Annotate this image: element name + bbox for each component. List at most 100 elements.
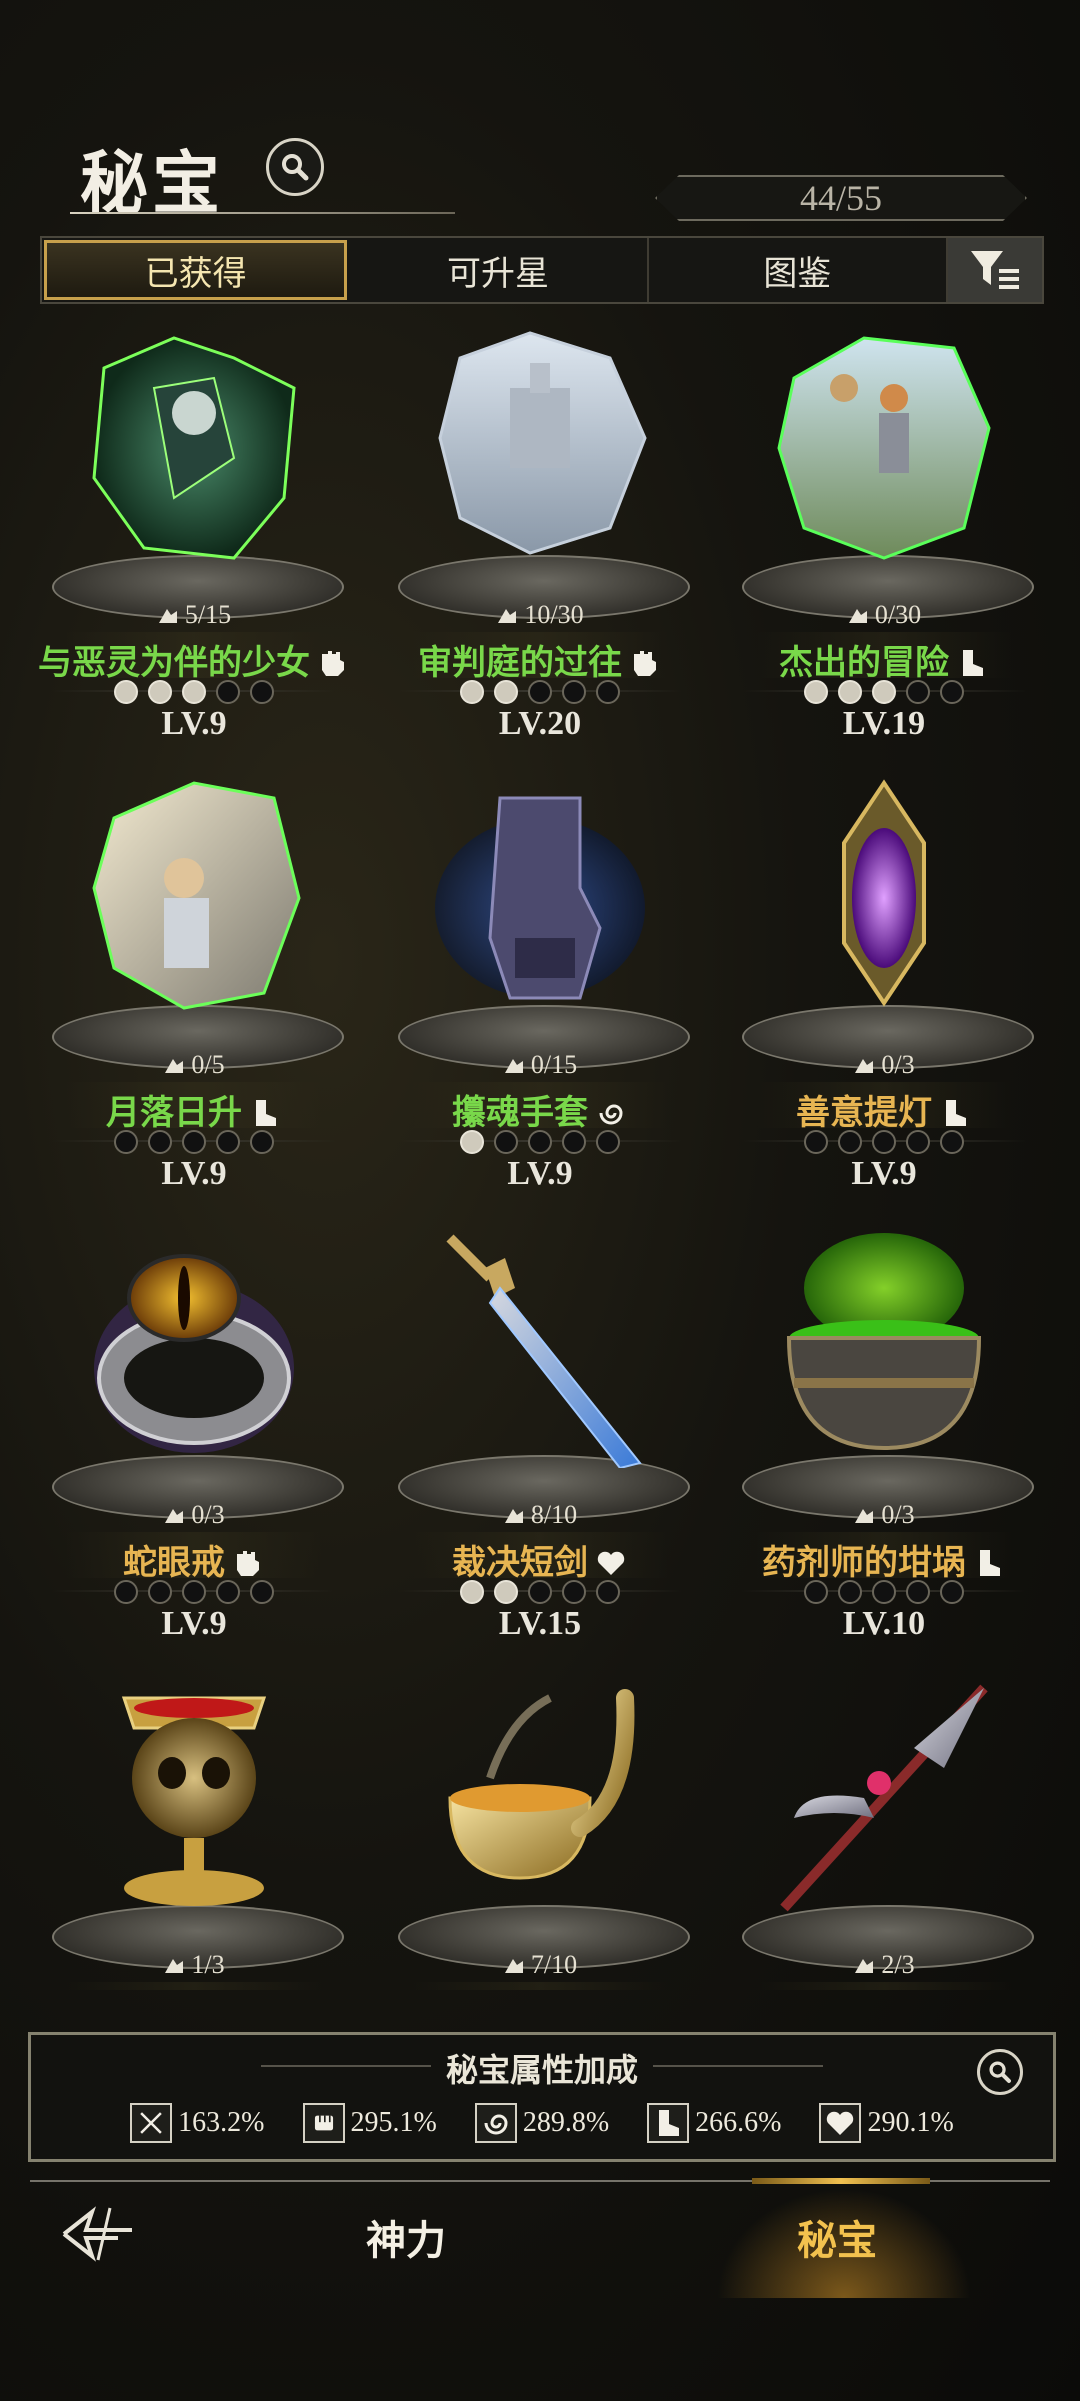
treasure-card[interactable]: 0/3 药剂师的坩埚 LV.10 — [712, 1210, 1056, 1650]
attribute-value: 266.6% — [695, 2107, 782, 2138]
star-dot — [940, 1580, 964, 1604]
treasure-name-text: 药剂师的坩埚 — [762, 1543, 966, 1583]
star-dot — [804, 1130, 828, 1154]
treasure-name: 审判庭的过往 — [368, 635, 712, 684]
shard-progress: 2/3 — [712, 1950, 1056, 1980]
star-dot — [182, 1580, 206, 1604]
treasure-card[interactable]: 2/3 酋长的战戟 — [712, 1660, 1056, 1990]
filter-button[interactable] — [947, 238, 1042, 302]
boot-icon — [248, 1097, 282, 1127]
crossed-swords-icon — [130, 2103, 173, 2143]
star-dot — [940, 1130, 964, 1154]
star-dot — [460, 680, 484, 704]
treasure-name: 善意提灯 — [712, 1085, 1056, 1134]
treasure-name: 蛇眼戒 — [22, 1535, 366, 1584]
star-dot — [250, 1580, 274, 1604]
treasure-name-text: 攥魂手套 — [452, 1093, 588, 1133]
treasure-name: 裁决短剑 — [368, 1535, 712, 1584]
star-dot — [596, 1580, 620, 1604]
star-dot — [114, 1130, 138, 1154]
nav-divine-power[interactable]: 神力 — [366, 2208, 446, 2266]
tab-codex[interactable]: 图鉴 — [649, 238, 948, 302]
swirl-icon — [474, 2103, 517, 2143]
star-dot — [838, 680, 862, 704]
shard-progress-text: 5/15 — [184, 600, 232, 629]
treasure-art-halberd — [780, 1684, 988, 1912]
treasure-card[interactable]: 0/3 善意提灯 LV.9 — [712, 760, 1056, 1200]
tab-obtained[interactable]: 已获得 — [44, 240, 348, 300]
treasure-name: 杰出的冒险 — [712, 635, 1056, 684]
treasure-card[interactable]: 5/15 与恶灵为伴的少女 LV.9 — [22, 310, 366, 750]
attribute-stat: 266.6% — [647, 2103, 781, 2143]
attribute-value: 289.8% — [522, 2107, 610, 2138]
shard-progress: 1/3 — [22, 1950, 366, 1980]
star-dot — [494, 1130, 518, 1154]
treasure-level: LV.9 — [161, 1155, 227, 1192]
attribute-value: 290.1% — [867, 2107, 954, 2138]
treasure-level: LV.9 — [161, 705, 227, 742]
shard-progress: 0/5 — [22, 1050, 366, 1080]
search-icon[interactable] — [266, 138, 324, 196]
shard-progress: 8/10 — [368, 1500, 712, 1530]
attribute-stat: 163.2% — [130, 2103, 265, 2143]
shard-icon — [503, 1502, 525, 1523]
attribute-value: 163.2% — [178, 2107, 265, 2138]
treasure-card[interactable]: 8/10 裁决短剑 LV.15 — [368, 1210, 712, 1650]
star-dot — [804, 1580, 828, 1604]
star-dot — [216, 680, 240, 704]
shard-progress: 5/15 — [22, 600, 366, 630]
star-rating — [368, 1580, 712, 1604]
heart-icon — [594, 1547, 628, 1577]
treasure-card[interactable]: 7/10 学者的烟斗 — [368, 1660, 712, 1990]
treasure-card[interactable]: 0/3 蛇眼戒 LV.9 — [22, 1210, 366, 1650]
star-rating — [712, 1130, 1056, 1154]
treasure-art-skull-chalice — [121, 1696, 267, 1906]
treasure-card[interactable]: 10/30 审判庭的过往 LV.20 — [368, 310, 712, 750]
treasure-level: LV.9 — [851, 1155, 917, 1192]
treasure-art-gauntlet — [435, 796, 645, 1000]
treasure-level: LV.10 — [842, 1605, 926, 1642]
treasure-card[interactable]: 0/5 月落日升 LV.9 — [22, 760, 366, 1200]
attribute-search-icon[interactable] — [977, 2049, 1023, 2095]
back-icon[interactable] — [58, 2204, 138, 2264]
star-dot — [562, 1130, 586, 1154]
treasure-art-golden-pipe — [448, 1689, 635, 1880]
treasure-art-snake-eye-ring — [94, 1254, 294, 1453]
shard-progress: 0/15 — [368, 1050, 712, 1080]
fist-icon — [302, 2103, 345, 2143]
star-dot — [528, 1130, 552, 1154]
swirl-icon — [594, 1097, 628, 1127]
star-dot — [906, 1130, 930, 1154]
star-rating — [22, 1130, 366, 1154]
star-dot — [872, 1130, 896, 1154]
shard-progress-text: 0/3 — [881, 1500, 915, 1529]
collection-counter: 44/55 — [655, 175, 1027, 221]
star-dot — [838, 1130, 862, 1154]
tab-upgradable[interactable]: 可升星 — [349, 238, 649, 302]
treasure-name: 学者的烟斗 — [368, 1985, 712, 1990]
star-dot — [216, 1130, 240, 1154]
star-dot — [460, 1580, 484, 1604]
treasure-card[interactable]: 0/30 杰出的冒险 LV.19 — [712, 310, 1056, 750]
star-dot — [494, 680, 518, 704]
attribute-stat: 295.1% — [302, 2103, 437, 2143]
nav-treasure[interactable]: 秘宝 — [797, 2208, 877, 2266]
star-dot — [250, 680, 274, 704]
heart-icon — [819, 2103, 862, 2143]
treasure-art-purple-lantern — [842, 779, 926, 1007]
treasure-art-green-cauldron — [786, 1233, 982, 1451]
star-dot — [872, 680, 896, 704]
treasure-name: 月落日升 — [22, 1085, 366, 1134]
treasure-card[interactable]: 0/15 攥魂手套 LV.9 — [368, 760, 712, 1200]
star-dot — [872, 1580, 896, 1604]
star-dot — [596, 1130, 620, 1154]
counter-text: 44/55 — [799, 178, 882, 218]
shard-progress-text: 0/5 — [191, 1050, 225, 1079]
treasure-name-text: 月落日升 — [106, 1093, 242, 1133]
star-dot — [494, 1580, 518, 1604]
shard-progress: 0/3 — [22, 1500, 366, 1530]
treasure-card[interactable]: 1/3 异域圣杯 — [22, 1660, 366, 1990]
star-rating — [22, 680, 366, 704]
treasure-name: 与恶灵为伴的少女 — [22, 635, 366, 684]
star-dot — [114, 1580, 138, 1604]
